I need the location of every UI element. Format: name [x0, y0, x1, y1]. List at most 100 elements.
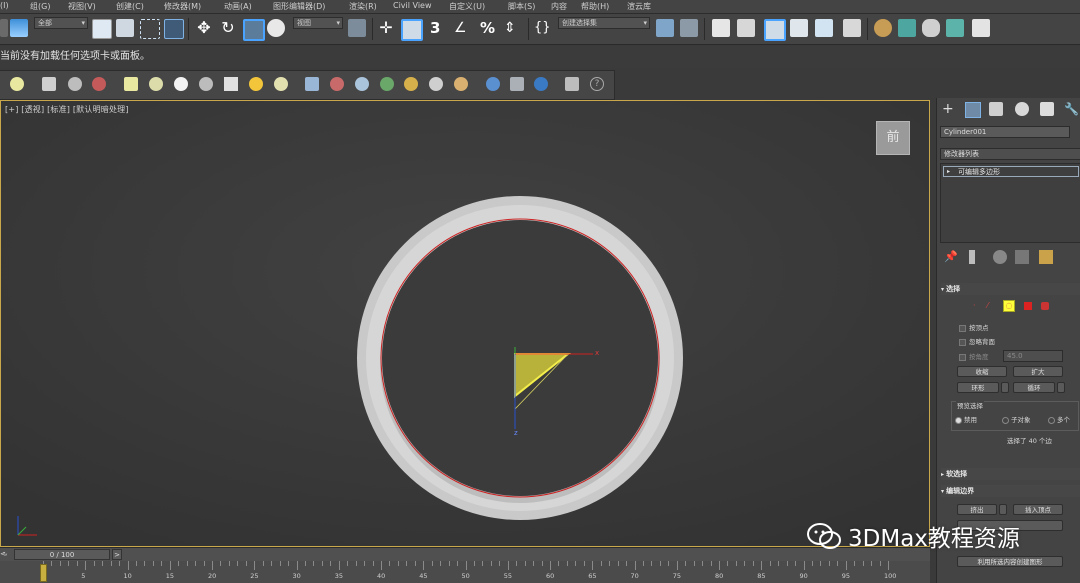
render-cloud-icon[interactable] [972, 19, 990, 37]
next-frame-button[interactable]: > [112, 549, 122, 560]
select-object-icon[interactable] [92, 19, 112, 39]
insert-vertex-button[interactable]: 插入顶点 [1013, 504, 1063, 515]
remove-modifier-icon[interactable] [1015, 250, 1029, 264]
create-shape-button[interactable]: 利用所选内容创建图形 [957, 556, 1063, 567]
snaps-toggle-icon[interactable]: 3 [430, 19, 448, 37]
display-tab-icon[interactable] [1040, 102, 1054, 116]
fur-icon[interactable] [355, 77, 369, 91]
time-slider-thumb[interactable]: 0 / 100 [14, 549, 110, 560]
ring-spinner[interactable] [1001, 382, 1009, 393]
current-frame-marker[interactable] [40, 564, 47, 582]
expand-arrow-icon[interactable]: ▸ [947, 167, 950, 177]
grid-icon[interactable] [305, 77, 319, 91]
hierarchy-tab-icon[interactable] [989, 102, 1003, 116]
sun-icon[interactable] [249, 77, 263, 91]
pin-stack-icon[interactable]: 📌 [944, 250, 958, 264]
loop-button[interactable]: 循环 [1013, 382, 1055, 393]
omni-icon[interactable] [174, 77, 188, 91]
extrude-button[interactable]: 挤出 [957, 504, 997, 515]
help-icon[interactable]: ? [590, 77, 604, 91]
dope-sheet-icon[interactable] [815, 19, 833, 37]
by-angle-checkbox[interactable]: 按角度 [959, 351, 989, 361]
angle-snap-icon[interactable]: ∠ [454, 19, 472, 37]
proxy-icon[interactable] [380, 77, 394, 91]
create-tab-icon[interactable]: + [942, 102, 956, 116]
element-mode-icon[interactable] [1041, 302, 1049, 310]
rectangular-selection-icon[interactable] [140, 19, 160, 39]
modifier-stack-item[interactable]: ▸ 可编辑多边形 [943, 166, 1079, 177]
loop-spinner[interactable] [1057, 382, 1065, 393]
material-editor-icon[interactable] [874, 19, 892, 37]
menu-item-graph-editors[interactable]: 图形编辑器(D) [273, 1, 325, 12]
angle-spinner[interactable]: 45.0 [1003, 350, 1063, 362]
menu-item-animation[interactable]: 动画(A) [224, 1, 252, 12]
menu-item-civil-view[interactable]: Civil View [393, 1, 432, 10]
percent-snap-icon[interactable]: % [480, 19, 498, 37]
frame-buffer-icon[interactable] [534, 77, 548, 91]
time-slider[interactable]: ∿ 0 / 100 < > [0, 547, 930, 562]
prev-frame-button[interactable]: < [0, 550, 8, 560]
shrink-button[interactable]: 收缩 [957, 366, 1007, 377]
rotate-icon[interactable]: ↻ [219, 19, 237, 37]
rollout-selection-header[interactable]: ▾ 选择 [941, 283, 1080, 295]
configure-modifier-sets-icon[interactable] [1039, 250, 1053, 264]
menu-item-help[interactable]: 帮助(H) [581, 1, 609, 12]
select-by-name-icon[interactable] [116, 19, 134, 37]
menu-item-content[interactable]: 内容 [551, 1, 567, 12]
preview-subobject-radio[interactable]: 子对象 [1002, 414, 1031, 424]
menu-item-scripting[interactable]: 脚本(S) [508, 1, 535, 12]
render-frame-icon[interactable] [922, 19, 940, 37]
light-icon[interactable] [10, 77, 24, 91]
menu-item-view[interactable]: 视图(V) [68, 1, 96, 12]
grow-button[interactable]: 扩大 [1013, 366, 1063, 377]
lister-icon[interactable] [565, 77, 579, 91]
named-selection-dropdown[interactable]: 创建选择集 [558, 17, 650, 29]
ignore-backfacing-checkbox[interactable]: 忽略背面 [959, 336, 995, 346]
rollout-soft-selection-header[interactable]: ▸ 软选择 [941, 468, 1080, 480]
polygon-mode-icon[interactable] [1024, 302, 1032, 310]
select-manipulate-icon[interactable]: ✛ [377, 19, 395, 37]
rollout-edit-borders-header[interactable]: ▾ 编辑边界 [941, 485, 1080, 497]
place-icon[interactable] [267, 19, 285, 37]
layer-explorer-icon[interactable] [737, 19, 755, 37]
utilities-tab-icon[interactable]: 🔧 [1064, 102, 1079, 116]
preview-disabled-radio[interactable]: 禁用 [955, 414, 977, 424]
bake-icon[interactable] [510, 77, 524, 91]
menu-item-rendering[interactable]: 渲染(R) [349, 1, 377, 12]
menu-item-create[interactable]: 创建(C) [116, 1, 144, 12]
ring-button[interactable]: 环形 [957, 382, 999, 393]
make-unique-icon[interactable] [993, 250, 1007, 264]
menu-item-group[interactable]: 组(G) [30, 1, 50, 12]
extrude-settings-button[interactable] [999, 504, 1007, 515]
camera-icon[interactable] [42, 77, 56, 91]
dome-icon[interactable] [149, 77, 163, 91]
undo-icon[interactable] [0, 19, 8, 37]
render-production-icon[interactable] [946, 19, 964, 37]
preview-multi-radio[interactable]: 多个 [1048, 414, 1070, 424]
selection-filter-dropdown[interactable]: 全部 [34, 17, 88, 29]
motion-tab-icon[interactable] [1015, 102, 1029, 116]
menu-item-modifiers[interactable]: 修改器(M) [164, 1, 201, 12]
displacement-icon[interactable] [404, 77, 418, 91]
keyboard-shortcut-override-icon[interactable] [401, 19, 423, 41]
mesh-icon[interactable] [429, 77, 443, 91]
modify-tab-icon[interactable] [965, 102, 981, 118]
window-crossing-icon[interactable] [164, 19, 184, 39]
show-end-result-icon[interactable] [969, 250, 975, 264]
schematic-view-icon[interactable] [843, 19, 861, 37]
track-bar[interactable]: 5 10 15 20 25 30 35 40 45 50 55 60 65 70 75 80 85 90 95 100 [0, 561, 930, 583]
sphere-icon[interactable] [68, 77, 82, 91]
edit-named-selection-icon[interactable]: {} [534, 19, 552, 37]
viewport-label[interactable]: [+] [透视] [标准] [默认明暗处理] [5, 104, 129, 115]
menu-item-customize[interactable]: 自定义(U) [449, 1, 485, 12]
perspective-viewport[interactable]: x z 前 [0, 100, 930, 547]
viewcube[interactable]: 前 [876, 121, 910, 155]
border-mode-icon[interactable]: ◌ [1003, 300, 1015, 312]
particle-icon[interactable] [92, 77, 106, 91]
menu-item[interactable]: (I) [0, 1, 9, 10]
vertex-mode-icon[interactable]: · [973, 302, 981, 310]
align-icon[interactable] [680, 19, 698, 37]
edge-mode-icon[interactable]: ⁄ [987, 302, 995, 310]
pivot-point-icon[interactable] [348, 19, 366, 37]
move-icon[interactable]: ✥ [195, 19, 213, 37]
